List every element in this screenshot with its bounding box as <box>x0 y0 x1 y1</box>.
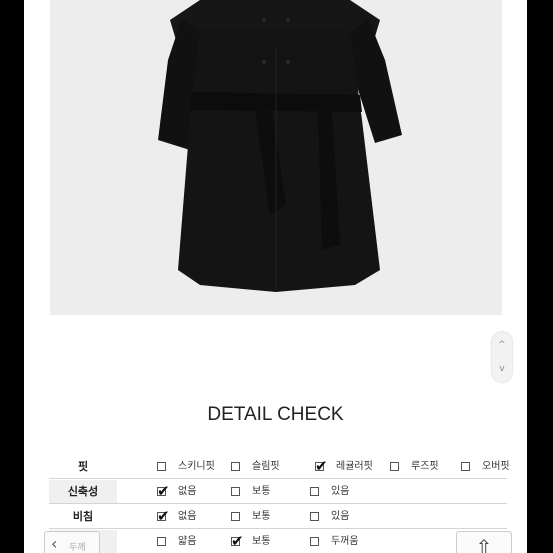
detail-row-label: 핏 <box>77 460 89 473</box>
option-label: 보통 <box>252 511 271 522</box>
option-checkbox[interactable] <box>231 487 240 496</box>
scroll-top-button[interactable]: ⇧ <box>456 531 512 553</box>
detail-row: 핏 스키니핏 슬림핏 ✔ 레귤러핏 루즈핏 오버핏 <box>49 455 510 479</box>
row-divider <box>49 528 507 529</box>
row-divider <box>49 503 507 504</box>
detail-row-label: 신축성 <box>49 480 117 504</box>
row-divider <box>49 478 507 479</box>
scroll-control[interactable]: ^ v <box>492 332 512 382</box>
option-label: 스키니핏 <box>178 461 215 472</box>
detail-row: 두께 얇음 ✔ 보통 두꺼움 <box>49 530 507 553</box>
detail-row: 신축성 ✔ 없음 보통 있음 <box>49 480 507 504</box>
option-checkbox[interactable]: ✔ <box>157 484 170 499</box>
check-mark-icon: ✔ <box>157 507 170 525</box>
chevron-left-icon: ‹ <box>51 534 58 553</box>
product-photo <box>50 0 502 315</box>
option-checkbox[interactable]: ✔ <box>315 459 328 474</box>
option-label: 보통 <box>252 486 271 497</box>
option-label: 레귤러핏 <box>336 461 373 472</box>
detail-row-label: 비침 <box>72 510 94 523</box>
prev-nav-button[interactable]: ‹ 두께 <box>44 531 100 553</box>
option-checkbox[interactable] <box>231 512 240 521</box>
check-mark-icon: ✔ <box>315 457 328 475</box>
option-label: 있음 <box>331 486 350 497</box>
option-label: 루즈핏 <box>411 461 439 472</box>
option-checkbox[interactable] <box>390 462 399 471</box>
option-label: 없음 <box>178 486 197 497</box>
arrow-up-icon: ⇧ <box>475 535 493 553</box>
scroll-down-icon[interactable]: v <box>492 358 512 380</box>
option-checkbox[interactable]: ✔ <box>157 509 170 524</box>
option-label: 없음 <box>178 511 197 522</box>
option-checkbox[interactable] <box>310 487 319 496</box>
option-label: 있음 <box>331 511 350 522</box>
option-checkbox[interactable] <box>157 537 166 546</box>
detail-check-heading: DETAIL CHECK <box>207 404 344 425</box>
option-label: 슬림핏 <box>252 461 280 472</box>
option-checkbox[interactable] <box>310 512 319 521</box>
option-checkbox[interactable] <box>310 537 319 546</box>
option-label: 두꺼움 <box>331 536 359 547</box>
option-label: 얇음 <box>178 536 197 547</box>
option-checkbox[interactable] <box>461 462 470 471</box>
prev-nav-label: 두께 <box>69 543 86 553</box>
option-checkbox[interactable] <box>231 462 240 471</box>
check-mark-icon: ✔ <box>157 482 170 500</box>
check-mark-icon: ✔ <box>231 532 244 550</box>
option-checkbox[interactable]: ✔ <box>231 534 244 549</box>
product-detail-page: ^ v DETAIL CHECK 핏 스키니핏 슬림핏 ✔ 레귤러핏 루즈핏 오버핏신축성 ✔… <box>24 0 527 553</box>
scroll-up-icon[interactable]: ^ <box>492 334 512 356</box>
coat-image <box>158 0 402 292</box>
option-label: 오버핏 <box>482 461 510 472</box>
option-label: 보통 <box>252 536 271 547</box>
option-checkbox[interactable] <box>157 462 166 471</box>
detail-row: 비침 ✔ 없음 보통 있음 <box>49 505 507 529</box>
